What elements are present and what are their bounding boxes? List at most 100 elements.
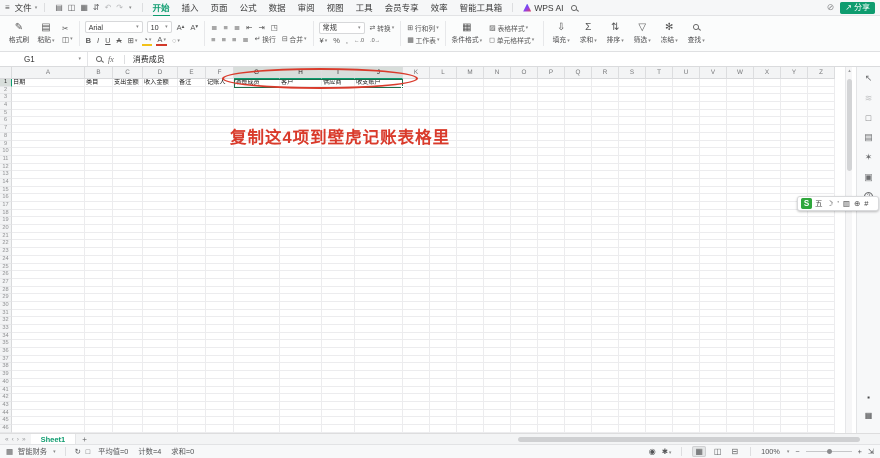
share-nodes-icon[interactable]: ≋ <box>865 93 873 104</box>
cell-W45[interactable] <box>727 417 754 425</box>
cell-Y7[interactable] <box>781 125 808 133</box>
cell-A5[interactable] <box>12 110 85 118</box>
cell-E24[interactable] <box>178 256 206 264</box>
cell-K23[interactable] <box>403 248 430 256</box>
cell-C17[interactable] <box>113 202 143 210</box>
cell-X46[interactable] <box>754 425 781 433</box>
cell-H43[interactable] <box>280 402 322 410</box>
cell-N23[interactable] <box>484 248 511 256</box>
settings-icon[interactable]: ✱▾ <box>662 447 672 456</box>
cell-S13[interactable] <box>619 171 646 179</box>
cell-J43[interactable] <box>355 402 403 410</box>
cell-Y37[interactable] <box>781 356 808 364</box>
cell-Y23[interactable] <box>781 248 808 256</box>
save-icon[interactable]: ▤ <box>55 3 63 12</box>
cell-S33[interactable] <box>619 325 646 333</box>
cell-C36[interactable] <box>113 348 143 356</box>
cell-Y5[interactable] <box>781 110 808 118</box>
cell-N5[interactable] <box>484 110 511 118</box>
cell-J17[interactable] <box>355 202 403 210</box>
cell-K10[interactable] <box>403 148 430 156</box>
cell-Z4[interactable] <box>808 102 835 110</box>
apps-panel-icon[interactable]: ▦ <box>865 411 873 420</box>
fx-icon[interactable]: fx <box>108 55 114 64</box>
cell-O24[interactable] <box>511 256 538 264</box>
cell-M4[interactable] <box>457 102 484 110</box>
justify-icon[interactable]: ≣ <box>241 35 249 44</box>
cell-U17[interactable] <box>673 202 700 210</box>
cell-B18[interactable] <box>85 210 113 218</box>
table-style-button[interactable]: ▨ 表格样式▾ <box>488 23 529 33</box>
page-layout-view-icon[interactable]: ◫ <box>712 447 724 456</box>
cell-T44[interactable] <box>646 410 673 418</box>
cell-S32[interactable] <box>619 317 646 325</box>
cell-R36[interactable] <box>592 348 619 356</box>
cell-E18[interactable] <box>178 210 206 218</box>
cell-P11[interactable] <box>538 156 565 164</box>
column-header-A[interactable]: A <box>12 67 85 79</box>
cell-O1[interactable] <box>511 79 538 87</box>
select-all-corner[interactable] <box>0 67 12 79</box>
cell-B9[interactable] <box>85 141 113 149</box>
cell-L39[interactable] <box>430 371 457 379</box>
cell-B39[interactable] <box>85 371 113 379</box>
cell-O19[interactable] <box>511 217 538 225</box>
cell-F17[interactable] <box>206 202 234 210</box>
cell-P35[interactable] <box>538 340 565 348</box>
cell-D11[interactable] <box>143 156 178 164</box>
cell-U35[interactable] <box>673 340 700 348</box>
row-header-30[interactable]: 30 <box>0 302 12 310</box>
cell-N14[interactable] <box>484 179 511 187</box>
cell-T33[interactable] <box>646 325 673 333</box>
cell-B26[interactable] <box>85 271 113 279</box>
cell-Q15[interactable] <box>565 187 592 195</box>
cell-B36[interactable] <box>85 348 113 356</box>
cell-U40[interactable] <box>673 379 700 387</box>
cell-H23[interactable] <box>280 248 322 256</box>
column-header-X[interactable]: X <box>754 67 781 79</box>
cell-S45[interactable] <box>619 417 646 425</box>
cell-Z33[interactable] <box>808 325 835 333</box>
cell-N6[interactable] <box>484 117 511 125</box>
cell-L27[interactable] <box>430 279 457 287</box>
cell-S11[interactable] <box>619 156 646 164</box>
cell-L37[interactable] <box>430 356 457 364</box>
cell-R12[interactable] <box>592 164 619 172</box>
cell-R44[interactable] <box>592 410 619 418</box>
cell-N24[interactable] <box>484 256 511 264</box>
ime-item-4[interactable]: ⊕ <box>854 199 860 208</box>
menu-tab-智能工具箱[interactable]: 智能工具箱 <box>454 0 509 16</box>
cell-U31[interactable] <box>673 310 700 318</box>
cell-V17[interactable] <box>700 202 727 210</box>
cell-K33[interactable] <box>403 325 430 333</box>
cell-G32[interactable] <box>234 317 280 325</box>
cell-I29[interactable] <box>322 294 355 302</box>
cell-K4[interactable] <box>403 102 430 110</box>
cell-T30[interactable] <box>646 302 673 310</box>
cell-T9[interactable] <box>646 141 673 149</box>
cell-F30[interactable] <box>206 302 234 310</box>
cell-H39[interactable] <box>280 371 322 379</box>
cell-S35[interactable] <box>619 340 646 348</box>
cell-Q44[interactable] <box>565 410 592 418</box>
font-name-select[interactable]: Arial▾ <box>85 21 143 33</box>
cell-Y27[interactable] <box>781 279 808 287</box>
cell-Z35[interactable] <box>808 340 835 348</box>
cell-U21[interactable] <box>673 233 700 241</box>
cell-M44[interactable] <box>457 410 484 418</box>
cell-E4[interactable] <box>178 102 206 110</box>
cell-Z5[interactable] <box>808 110 835 118</box>
cell-E44[interactable] <box>178 410 206 418</box>
cell-X34[interactable] <box>754 333 781 341</box>
cell-P9[interactable] <box>538 141 565 149</box>
bold-button[interactable]: B <box>85 36 92 45</box>
smart-finance-button[interactable]: 智能财务 <box>18 447 47 457</box>
cell-A39[interactable] <box>12 371 85 379</box>
cell-G26[interactable] <box>234 271 280 279</box>
cell-Q35[interactable] <box>565 340 592 348</box>
row-header-19[interactable]: 19 <box>0 217 12 225</box>
cell-Y41[interactable] <box>781 387 808 395</box>
cell-X12[interactable] <box>754 164 781 172</box>
cell-B22[interactable] <box>85 240 113 248</box>
cell-X15[interactable] <box>754 187 781 195</box>
